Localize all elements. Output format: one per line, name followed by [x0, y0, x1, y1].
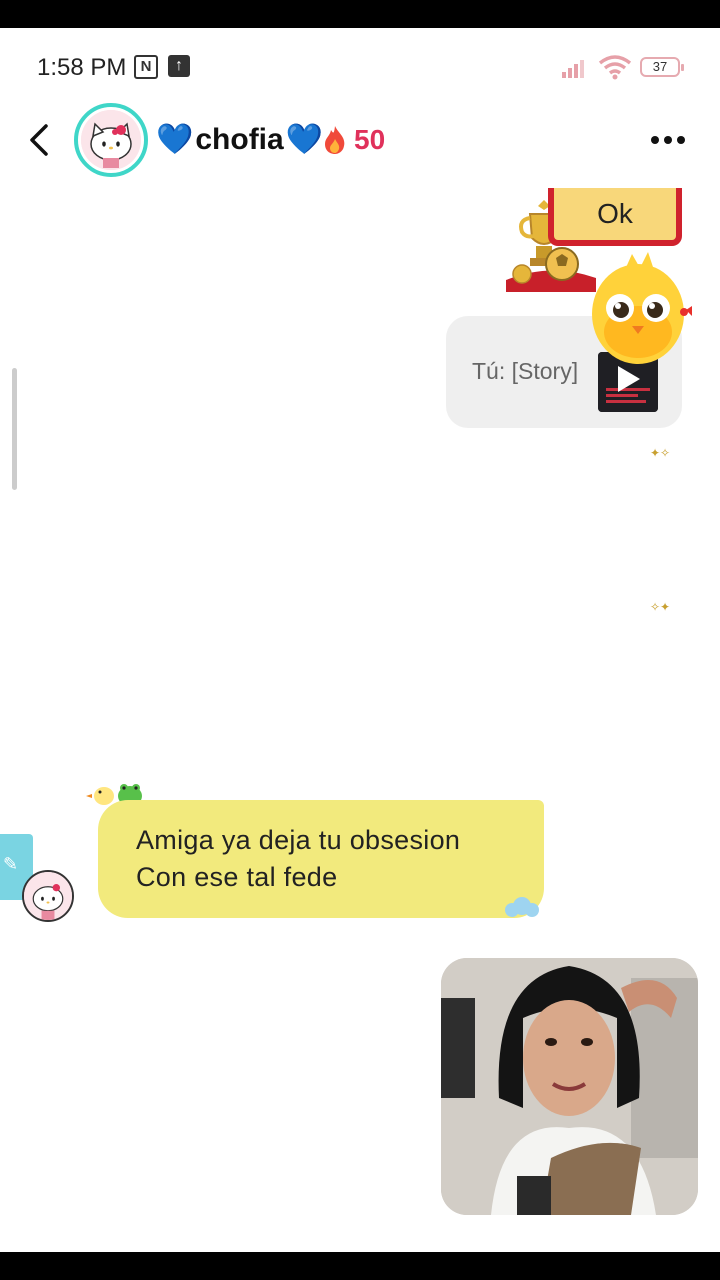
yellow-chick-sticker-icon	[592, 252, 692, 364]
scroll-indicator[interactable]	[12, 368, 17, 490]
story-reply-label: Tú: [Story]	[472, 358, 579, 384]
more-dot-icon	[664, 136, 672, 144]
status-bar: 1:58 PM N ↑ 37	[0, 28, 720, 108]
streak-count: 50	[354, 124, 386, 155]
bottom-screen-border	[0, 1252, 720, 1280]
fire-icon	[325, 126, 345, 154]
pin-icon: ✎	[3, 854, 19, 874]
status-time: 1:58 PM	[37, 54, 127, 81]
ok-sticker-bubble: Ok	[548, 188, 682, 246]
play-icon	[618, 366, 640, 392]
streak-badge: 50	[322, 124, 385, 156]
battery-indicator: 37	[640, 57, 684, 77]
sparkle-icon: ✧✦	[650, 600, 671, 614]
video-preview-image	[441, 958, 698, 1215]
chat-screen: 1:58 PM N ↑ 37 💙 chofia 💙 50 Ok Tú: [Sto…	[0, 28, 720, 1252]
incoming-message-line: Amiga ya deja tu obsesion	[136, 825, 461, 855]
sparkle-icon: ✦✧	[650, 446, 671, 460]
more-dot-icon	[677, 136, 685, 144]
contact-name-text: chofia	[195, 122, 284, 156]
cloud-decoration-icon	[505, 897, 539, 917]
ok-sticker-text: Ok	[597, 198, 633, 229]
blue-heart-icon: 💙	[156, 123, 194, 156]
signal-icon	[562, 60, 584, 78]
hello-kitty-avatar-image	[81, 110, 141, 170]
more-dot-icon	[651, 136, 659, 144]
wifi-icon	[598, 55, 632, 80]
nfc-icon: N	[134, 55, 158, 79]
contact-mini-avatar[interactable]	[22, 870, 74, 922]
chat-header: 💙 chofia 💙 50	[0, 100, 720, 180]
top-screen-border	[0, 0, 720, 28]
video-message-thumbnail[interactable]	[441, 958, 698, 1215]
incoming-message-text: Amiga ya deja tu obsesion Con ese tal fe…	[136, 822, 460, 896]
more-options-button[interactable]	[646, 128, 690, 152]
incoming-message-line: Con ese tal fede	[136, 862, 338, 892]
back-button[interactable]	[22, 118, 58, 162]
hello-kitty-mini-avatar-image	[24, 872, 72, 920]
blue-heart-icon: 💙	[285, 123, 324, 156]
upload-icon: ↑	[168, 55, 190, 77]
incoming-text-message[interactable]: Amiga ya deja tu obsesion Con ese tal fe…	[98, 800, 544, 918]
contact-name[interactable]: 💙 chofia 💙	[156, 122, 323, 157]
contact-avatar[interactable]	[74, 103, 148, 177]
